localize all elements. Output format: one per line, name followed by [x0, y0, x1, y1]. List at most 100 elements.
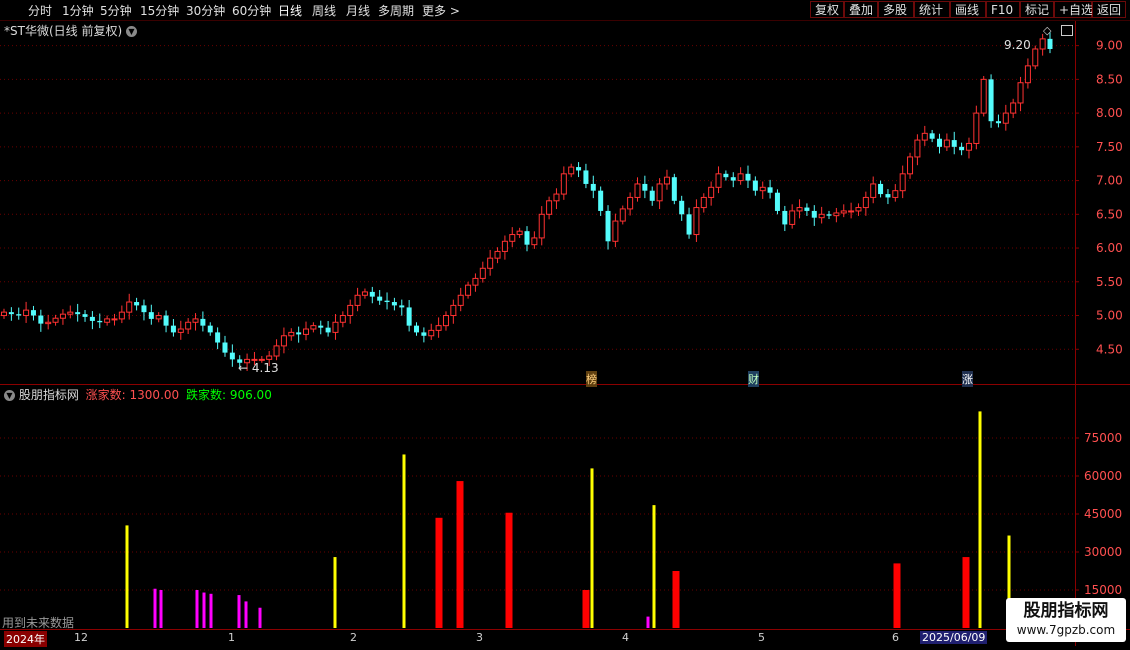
candle-body-87: [642, 183, 648, 191]
candle-body-38: [280, 335, 287, 347]
period-tab-0[interactable]: 分时: [28, 2, 52, 19]
candle-body-46: [339, 315, 346, 323]
candle-body-44: [325, 327, 331, 333]
candle-body-64: [472, 277, 479, 286]
candle-body-119: [878, 183, 884, 195]
candle-body-90: [663, 176, 670, 185]
indicator-bar-magenta-0: [153, 588, 157, 628]
period-tab-10[interactable]: 更多 >: [422, 2, 460, 19]
candle-body-115: [848, 210, 855, 213]
diamond-icon[interactable]: ◇: [1043, 24, 1051, 37]
time-label-7: 6: [892, 631, 899, 644]
toolbar-button-3[interactable]: 统计: [914, 1, 950, 18]
logo-title: 股朋指标网: [1023, 601, 1109, 621]
indicator-bar-magenta-8: [646, 616, 650, 628]
candle-body-86: [634, 183, 641, 198]
chevron-down-icon[interactable]: ▼: [125, 26, 137, 37]
candle-body-54: [399, 305, 405, 308]
candle-body-47: [347, 304, 354, 317]
candle-body-22: [163, 315, 169, 326]
candle-body-2: [16, 314, 22, 316]
toolbar-button-0[interactable]: 复权: [810, 1, 844, 18]
candle-body-68: [501, 240, 508, 252]
candle-body-101: [745, 173, 751, 181]
candle-body-82: [605, 210, 611, 242]
candle-body-62: [457, 294, 464, 306]
candle-body-6: [45, 321, 52, 325]
candle-body-19: [141, 305, 147, 313]
candle-body-107: [789, 210, 796, 225]
toolbar-button-6[interactable]: 标记: [1020, 1, 1054, 18]
candle-body-88: [649, 190, 655, 201]
chart-title[interactable]: *ST华微(日线 前复权) ▼: [4, 22, 137, 39]
candle-body-123: [907, 156, 914, 175]
candle-body-136: [1002, 112, 1009, 124]
period-tab-2[interactable]: 5分钟: [100, 2, 132, 19]
candle-body-31: [229, 352, 235, 360]
candle-body-96: [708, 186, 715, 198]
logo-url: www.7gpzb.com: [1016, 623, 1116, 637]
candle-body-91: [671, 177, 677, 201]
chevron-down-icon[interactable]: ▼: [4, 390, 15, 401]
time-label-2: 1: [228, 631, 235, 644]
candle-body-77: [568, 166, 575, 175]
candle-body-84: [619, 208, 626, 222]
candle-body-59: [435, 325, 442, 331]
event-tag-zhang[interactable]: 涨: [962, 371, 973, 387]
price-axis: 4.50 5.00 5.50 6.00 6.50 7.00 7.50 8.00 8.50 9.00: [1075, 39, 1123, 356]
candle-body-74: [546, 200, 553, 215]
candle-body-14: [104, 318, 111, 323]
time-label-1: 12: [74, 631, 88, 644]
period-tab-1[interactable]: 1分钟: [62, 2, 94, 19]
period-tab-6[interactable]: 日线: [278, 2, 302, 19]
candle-body-92: [679, 200, 685, 215]
candle-body-9: [67, 311, 74, 315]
candle-body-126: [929, 133, 935, 139]
toolbar-button-7[interactable]: +自选: [1054, 1, 1093, 18]
candle-body-16: [118, 311, 125, 320]
period-tab-3[interactable]: 15分钟: [140, 2, 179, 19]
candle-body-20: [148, 312, 154, 319]
candle-body-36: [266, 355, 273, 360]
time-axis: 2024年 12 1 2 3 4 5 6 2025/06/09: [0, 630, 1075, 647]
candle-body-21: [155, 315, 162, 320]
candle-body-66: [487, 257, 494, 269]
panel-toggle-icon[interactable]: [1061, 25, 1073, 36]
indicator-bar-yellow-2: [402, 454, 406, 628]
price-tick-label-6: 7.50: [1096, 140, 1123, 154]
toolbar-button-5[interactable]: F10: [986, 1, 1020, 18]
time-label-4: 3: [476, 631, 483, 644]
candle-body-7: [52, 317, 59, 323]
toolbar-button-1[interactable]: 叠加: [844, 1, 878, 18]
toolbar-button-8[interactable]: 返回: [1092, 1, 1126, 18]
period-tab-9[interactable]: 多周期: [378, 2, 414, 19]
candlestick-series: [0, 32, 1053, 371]
time-label-8: 2025/06/09: [920, 631, 988, 644]
period-tab-4[interactable]: 30分钟: [186, 2, 225, 19]
candle-body-53: [391, 302, 397, 306]
period-tab-7[interactable]: 周线: [312, 2, 336, 19]
indicator-tick-label-3: 60000: [1084, 469, 1122, 483]
indicator-bar-magenta-1: [159, 590, 163, 628]
period-tab-8[interactable]: 月线: [346, 2, 370, 19]
indicator-bar-yellow-4: [652, 505, 656, 628]
event-tag-cai[interactable]: 财: [748, 371, 759, 387]
toolbar-button-4[interactable]: 画线: [950, 1, 986, 18]
candle-body-45: [332, 321, 339, 333]
candle-body-103: [759, 186, 766, 192]
indicator-axis: 15000 30000 45000 60000 75000: [1075, 431, 1122, 597]
price-tick-label-5: 7.00: [1096, 174, 1123, 188]
indicator-bar-red-4: [672, 571, 680, 628]
candle-body-11: [82, 314, 88, 317]
candle-body-114: [840, 210, 847, 214]
toolbar-button-2[interactable]: 多股: [878, 1, 914, 18]
candle-body-4: [30, 310, 36, 316]
candle-body-118: [870, 183, 877, 198]
event-tag-bang[interactable]: 榜: [586, 371, 597, 387]
indicator-bar-yellow-3: [590, 468, 594, 628]
candle-body-29: [215, 332, 221, 343]
candle-body-113: [833, 212, 840, 217]
period-tab-5[interactable]: 60分钟: [232, 2, 271, 19]
candle-body-28: [207, 325, 213, 333]
stock-chart[interactable]: 4.50 5.00 5.50 6.00 6.50 7.00 7.50 8.00 8.50 9.00…: [0, 0, 1130, 650]
